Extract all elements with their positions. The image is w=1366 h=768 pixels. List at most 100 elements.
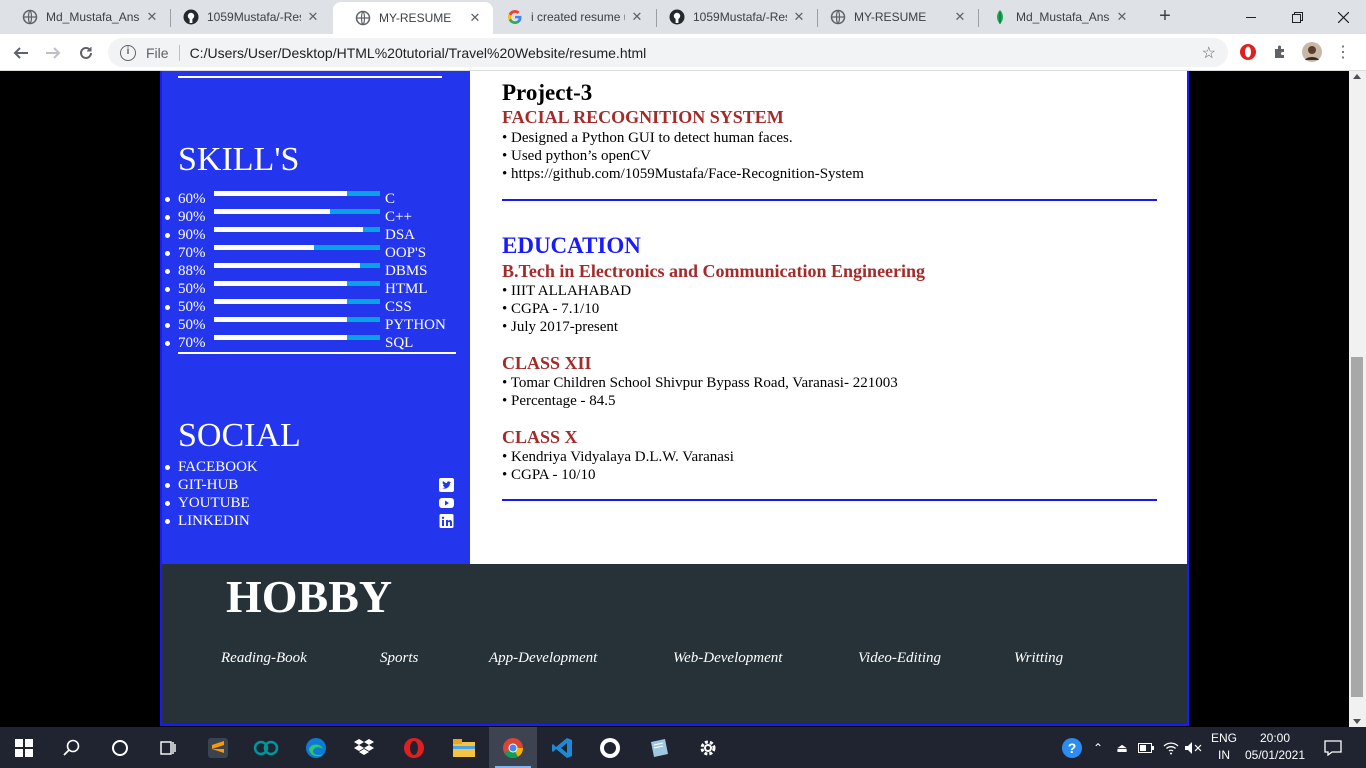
- social-label[interactable]: FACEBOOK: [178, 459, 258, 475]
- start-button[interactable]: [0, 727, 48, 768]
- browser-tab[interactable]: MY-RESUME ✕: [808, 0, 978, 34]
- menu-dots-icon[interactable]: ⋮: [1333, 42, 1353, 62]
- help-icon[interactable]: ?: [1060, 727, 1084, 768]
- clock-time: 20:00: [1259, 731, 1291, 745]
- close-window-button[interactable]: [1320, 0, 1366, 34]
- svg-text:?: ?: [1068, 740, 1077, 756]
- youtube-icon[interactable]: [439, 496, 454, 510]
- close-icon[interactable]: ✕: [629, 9, 645, 25]
- close-icon[interactable]: ✕: [1114, 9, 1130, 25]
- minimize-button[interactable]: [1228, 0, 1274, 34]
- opera-extension-icon[interactable]: [1238, 42, 1258, 62]
- skill-percent: 50%: [178, 299, 206, 315]
- battery-icon[interactable]: [1136, 727, 1156, 768]
- language-indicator[interactable]: ENG IN: [1206, 730, 1242, 764]
- skill-progress-bar: [214, 209, 380, 214]
- skill-progress-fill: [214, 335, 347, 340]
- browser-tab[interactable]: i created resume using ✕: [485, 0, 655, 34]
- class-x-bullet: • Kendriya Vidyalaya D.L.W. Varanasi: [502, 449, 734, 465]
- usb-icon[interactable]: ⏏: [1113, 727, 1131, 768]
- scroll-down-arrow[interactable]: [1353, 719, 1361, 724]
- settings-gear-icon[interactable]: [684, 727, 732, 768]
- project-bullet: • https://github.com/1059Mustafa/Face-Re…: [502, 166, 864, 182]
- skill-item: 88% DBMS: [165, 262, 456, 280]
- twitter-icon[interactable]: [439, 478, 454, 492]
- browser-tab[interactable]: Md_Mustafa_Ansari ✕: [970, 0, 1140, 34]
- address-bar[interactable]: i File C:/Users/User/Desktop/HTML%20tuto…: [108, 38, 1228, 67]
- class-xii-bullet: • Percentage - 84.5: [502, 393, 616, 409]
- tab-title: Md_Mustafa_Ansari: [1016, 10, 1110, 24]
- social-label[interactable]: YOUTUBE: [178, 495, 250, 511]
- skill-name: C: [385, 191, 396, 207]
- volume-muted-icon[interactable]: [1183, 727, 1203, 768]
- divider: [502, 199, 1157, 201]
- browser-tab-active[interactable]: MY-RESUME ✕: [333, 2, 493, 34]
- hobby-heading: HOBBY: [226, 571, 393, 622]
- social-item-github[interactable]: GIT-HUB: [165, 476, 456, 494]
- browser-tab[interactable]: Md_Mustafa_Ansari ✕: [0, 0, 170, 34]
- page-scrollbar[interactable]: [1349, 71, 1366, 727]
- social-item-youtube[interactable]: YOUTUBE: [165, 494, 456, 512]
- skill-percent: 70%: [178, 245, 206, 261]
- scroll-up-arrow[interactable]: [1353, 74, 1361, 79]
- arduino-app-icon[interactable]: [242, 727, 290, 768]
- social-label[interactable]: GIT-HUB: [178, 477, 238, 493]
- project-bullet: • Used python’s openCV: [502, 148, 651, 164]
- github-icon: [669, 9, 685, 25]
- info-icon[interactable]: i: [120, 44, 136, 61]
- bookmark-star-icon[interactable]: ☆: [1202, 43, 1216, 63]
- skill-name: DBMS: [385, 263, 428, 279]
- sublime-app-icon[interactable]: [194, 727, 242, 768]
- skill-progress-fill: [214, 209, 331, 214]
- social-item-facebook[interactable]: FACEBOOK: [165, 458, 456, 476]
- close-icon[interactable]: ✕: [791, 9, 807, 25]
- degree-bullet: • CGPA - 7.1/10: [502, 301, 600, 317]
- opera-app-icon[interactable]: [390, 727, 438, 768]
- browser-tab[interactable]: 1059Mustafa/-Resume ✕: [161, 0, 331, 34]
- dropbox-app-icon[interactable]: [340, 727, 388, 768]
- profile-avatar[interactable]: [1302, 42, 1322, 62]
- file-explorer-icon[interactable]: [440, 727, 488, 768]
- chrome-app-icon[interactable]: [489, 727, 537, 768]
- skill-progress-bar: [214, 335, 380, 340]
- cortana-icon[interactable]: [96, 727, 144, 768]
- browser-tab[interactable]: 1059Mustafa/-Resume ✕: [647, 0, 817, 34]
- globe-icon: [355, 10, 371, 26]
- restore-button[interactable]: [1274, 0, 1320, 34]
- back-button[interactable]: [8, 40, 34, 66]
- skill-item: 50% HTML: [165, 280, 456, 298]
- wifi-icon[interactable]: [1161, 727, 1181, 768]
- url-text[interactable]: C:/Users/User/Desktop/HTML%20tutorial/Tr…: [190, 45, 647, 61]
- class-xii-bullet: • Tomar Children School Shivpur Bypass R…: [502, 375, 898, 391]
- vscode-app-icon[interactable]: [538, 727, 586, 768]
- reload-button[interactable]: [73, 40, 99, 66]
- hobby-section: HOBBY Reading-Book Sports App-Developmen…: [162, 564, 1187, 724]
- new-tab-button[interactable]: +: [1154, 6, 1176, 28]
- notes-app-icon[interactable]: [635, 727, 683, 768]
- divider: [178, 44, 180, 61]
- scroll-thumb[interactable]: [1351, 357, 1363, 697]
- chevron-up-icon[interactable]: ⌃: [1090, 727, 1106, 768]
- system-clock[interactable]: 20:00 05/01/2021: [1244, 730, 1306, 764]
- task-view-icon[interactable]: [144, 727, 192, 768]
- close-icon[interactable]: ✕: [952, 9, 968, 25]
- social-item-linkedin[interactable]: LINKEDIN: [165, 512, 456, 530]
- skill-name: DSA: [385, 227, 416, 243]
- github-icon: [183, 9, 199, 25]
- obs-app-icon[interactable]: [586, 727, 634, 768]
- social-label[interactable]: LINKEDIN: [178, 513, 250, 529]
- search-icon[interactable]: [48, 727, 96, 768]
- edge-app-icon[interactable]: [292, 727, 340, 768]
- forward-button[interactable]: [40, 40, 66, 66]
- notification-icon[interactable]: [1320, 727, 1346, 768]
- close-icon[interactable]: ✕: [144, 9, 160, 25]
- tab-strip: Md_Mustafa_Ansari ✕ 1059Mustafa/-Resume …: [0, 0, 1366, 34]
- hobby-item: Web-Development: [673, 650, 783, 666]
- globe-icon: [830, 9, 846, 25]
- skill-progress-bar: [214, 281, 380, 286]
- extensions-puzzle-icon[interactable]: [1270, 42, 1290, 62]
- skill-name: OOP'S: [385, 245, 427, 261]
- close-icon[interactable]: ✕: [305, 9, 321, 25]
- linkedin-icon[interactable]: [439, 514, 454, 528]
- close-icon[interactable]: ✕: [467, 10, 483, 26]
